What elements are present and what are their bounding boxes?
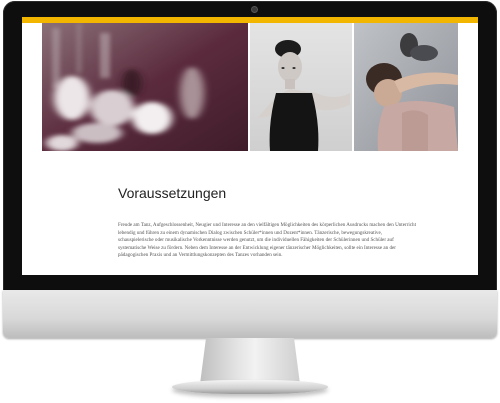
imac-mockup: Voraussetzungen Freude am Tanz, Aufgesch… [0,0,500,403]
monitor-chin [3,290,497,338]
dancers-motion-blur-photo [42,23,248,151]
monitor-stand [200,338,300,384]
camera-icon [251,6,258,13]
hero-image-strip [42,23,458,151]
section-title: Voraussetzungen [118,185,227,201]
section-paragraph: Freude am Tanz, Aufgeschlossenheit, Neug… [118,222,417,259]
dancer-stretch-photo [354,23,458,151]
website-screen: Voraussetzungen Freude am Tanz, Aufgesch… [22,17,478,275]
dancer-portrait-photo [250,23,352,151]
monitor-stand-base [172,380,328,394]
